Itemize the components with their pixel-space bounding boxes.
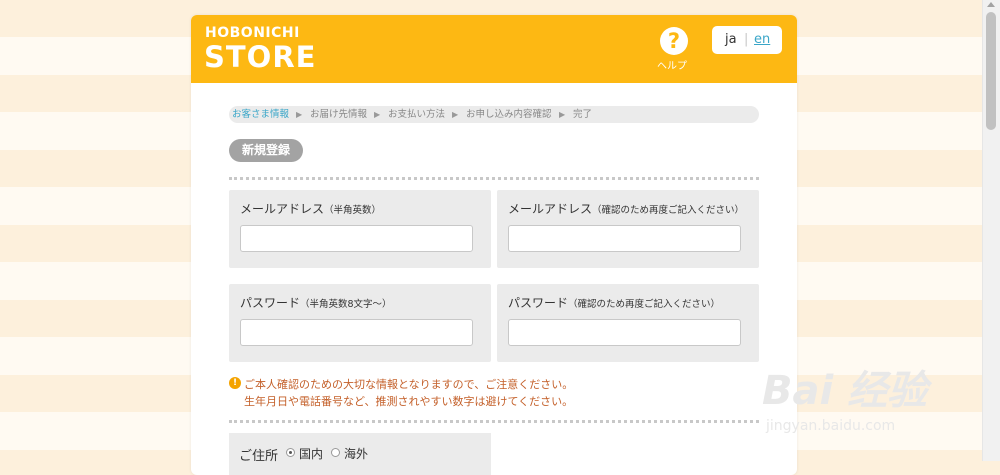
password-label: パスワード（半角英数8文字〜） (240, 296, 392, 310)
address-label: ご住所 (239, 449, 279, 464)
breadcrumb-step-payment: お支払い方法 (388, 109, 446, 120)
email-confirm-input[interactable] (508, 225, 741, 252)
email-field-panel: メールアドレス（半角英数） (229, 190, 491, 268)
email-confirm-field-panel: メールアドレス（確認のため再度ご記入ください） (497, 190, 759, 268)
breadcrumb: お客さま情報 ▶ お届け先情報 ▶ お支払い方法 ▶ お申し込み内容確認 ▶ 完… (229, 106, 759, 123)
password-field-panel: パスワード（半角英数8文字〜） (229, 284, 491, 362)
email-label: メールアドレス（半角英数） (240, 202, 382, 216)
lang-separator: | (744, 32, 749, 47)
breadcrumb-step-complete: 完了 (573, 109, 593, 120)
breadcrumb-step-customer-info: お客さま情報 (232, 109, 290, 120)
email-input[interactable] (240, 225, 473, 252)
address-domestic-radio[interactable] (286, 448, 295, 457)
breadcrumb-step-confirm: お申し込み内容確認 (466, 109, 552, 120)
breadcrumb-arrow-icon: ▶ (374, 110, 381, 119)
breadcrumb-arrow-icon: ▶ (452, 110, 459, 119)
dotted-divider (229, 420, 759, 423)
address-panel: ご住所 国内 海外 (229, 433, 491, 475)
help-label[interactable]: ヘルプ (657, 57, 687, 72)
lang-en-link[interactable]: en (754, 32, 770, 47)
logo-store[interactable]: STORE (204, 40, 316, 74)
password-confirm-label: パスワード（確認のため再度ご記入ください） (508, 296, 721, 310)
address-overseas-label[interactable]: 海外 (344, 445, 368, 462)
dotted-divider (229, 177, 759, 180)
password-confirm-field-panel: パスワード（確認のため再度ご記入ください） (497, 284, 759, 362)
password-input[interactable] (240, 319, 473, 346)
breadcrumb-arrow-icon: ▶ (296, 110, 303, 119)
breadcrumb-step-delivery-info: お届け先情報 (310, 109, 368, 120)
logo-hobonichi[interactable]: HOBONICHI (205, 25, 300, 41)
breadcrumb-arrow-icon: ▶ (559, 110, 566, 119)
store-card: HOBONICHI STORE ? ヘルプ ja | en お客さま情報 ▶ お… (191, 15, 797, 475)
warning-text-line2: 生年月日や電話番号など、推測されやすい数字は避けてください。 (244, 395, 574, 408)
language-switcher: ja | en (712, 26, 782, 54)
address-overseas-radio[interactable] (331, 448, 340, 457)
store-header: HOBONICHI STORE ? ヘルプ ja | en (191, 15, 797, 83)
password-confirm-input[interactable] (508, 319, 741, 346)
warning-text-line1: ご本人確認のための大切な情報となりますので、ご注意ください。 (244, 378, 574, 391)
lang-ja: ja (725, 32, 737, 47)
exclamation-icon: ! (229, 377, 241, 389)
help-icon[interactable]: ? (660, 27, 688, 55)
vertical-scrollbar[interactable] (982, 0, 1000, 461)
scroll-up-arrow-icon[interactable] (987, 2, 995, 7)
scrollbar-thumb[interactable] (986, 12, 996, 130)
address-domestic-label[interactable]: 国内 (299, 445, 323, 462)
new-registration-button[interactable]: 新規登録 (229, 139, 303, 162)
watermark-logo: Bai 经验 (762, 368, 928, 414)
email-confirm-label: メールアドレス（確認のため再度ご記入ください） (508, 202, 745, 216)
watermark-url: jingyan.baidu.com (766, 418, 896, 434)
